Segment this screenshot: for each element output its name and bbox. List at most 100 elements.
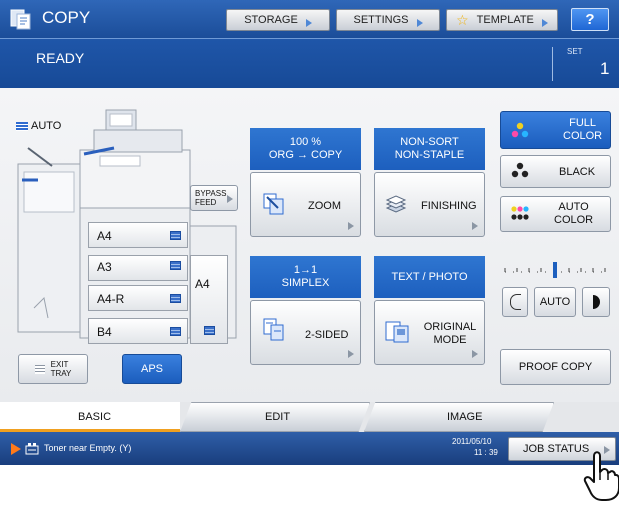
auto-color-icon (510, 205, 530, 224)
original-mode-icon (385, 321, 409, 346)
paper-tray-icon (170, 231, 181, 240)
storage-button[interactable]: STORAGE (226, 9, 330, 31)
exit-tray-label-line2: TRAY (50, 369, 72, 378)
full-color-icon (511, 122, 529, 141)
title-bar: COPY STORAGE SETTINGS ☆ TEMPLATE ? (0, 0, 619, 38)
tab-edit[interactable]: EDIT (180, 402, 370, 432)
finishing-button[interactable]: FINISHING (374, 172, 485, 237)
bypass-feed-button[interactable]: BYPASS FEED (190, 185, 238, 211)
black-label: BLACK (559, 165, 596, 178)
set-divider (552, 47, 553, 81)
chevron-right-icon (472, 222, 478, 230)
lcf-size: A4 (195, 277, 210, 291)
auto-color-line1: AUTO (558, 201, 589, 213)
tray-3-size: A4-R (97, 292, 125, 306)
set-label: SET (567, 47, 583, 56)
full-color-line2: COLOR (563, 130, 603, 142)
finishing-icon (385, 194, 407, 217)
zoom-direction: ORG → COPY (268, 149, 343, 161)
tray-4-size: B4 (97, 325, 112, 339)
footer-bar: Toner near Empty. (Y) 2011/05/10 11 : 39… (0, 432, 619, 465)
alert-arrow-icon (11, 443, 21, 455)
black-button[interactable]: BLACK (500, 155, 611, 188)
date-display: 2011/05/10 (452, 437, 492, 446)
proof-copy-label: PROOF COPY (518, 361, 593, 373)
finishing-setting-display: NON-SORT NON-STAPLE (374, 128, 485, 170)
tray-2-size: A3 (97, 260, 112, 274)
large-capacity-feeder[interactable]: A4 (190, 255, 228, 344)
auto-color-label: AUTO COLOR (554, 201, 593, 227)
tab-image[interactable]: IMAGE (364, 402, 554, 432)
chevron-right-icon (472, 350, 478, 358)
zoom-label: ZOOM (308, 200, 341, 212)
toner-icon (25, 442, 39, 460)
darker-button[interactable] (582, 287, 610, 317)
zoom-icon (263, 193, 285, 218)
paper-tray-icon (170, 327, 181, 336)
duplex-mode: SIMPLEX (281, 277, 330, 289)
settings-button[interactable]: SETTINGS (336, 9, 440, 31)
zoom-setting-display: 100 % ORG → COPY (250, 128, 361, 170)
proof-copy-button[interactable]: PROOF COPY (500, 349, 611, 385)
sort-mode: NON-SORT (400, 136, 459, 148)
2-sided-label: 2-SIDED (305, 329, 349, 341)
density-scale (503, 262, 609, 278)
status-area: READY SET 1 (0, 38, 619, 88)
job-status-label: JOB STATUS (523, 443, 590, 455)
tab-image-label: IMAGE (447, 411, 483, 423)
2-sided-button[interactable]: 2-SIDED (250, 300, 361, 365)
original-mode-label-line1: ORIGINAL (423, 321, 477, 333)
tray-3[interactable]: A4-R (88, 285, 188, 311)
full-color-button[interactable]: FULL COLOR (500, 111, 611, 149)
ready-status: READY (36, 50, 85, 66)
template-button[interactable]: ☆ TEMPLATE (446, 9, 558, 31)
help-label: ? (585, 11, 595, 28)
chevron-right-icon (305, 19, 312, 27)
staple-mode: NON-STAPLE (394, 149, 465, 161)
lighter-button[interactable] (502, 287, 528, 317)
chevron-right-icon (348, 350, 354, 358)
time-display: 11 : 39 (474, 448, 498, 457)
finishing-label: FINISHING (421, 200, 477, 212)
hand-pointer-icon (582, 448, 619, 503)
help-button[interactable]: ? (571, 8, 609, 31)
set-count: 1 (600, 59, 610, 78)
original-mode-value: TEXT / PHOTO (391, 270, 468, 283)
original-mode-button[interactable]: ORIGINAL MODE (374, 300, 485, 365)
storage-label: STORAGE (244, 14, 298, 26)
zoom-button[interactable]: ZOOM (250, 172, 361, 237)
original-mode-label-line2: MODE (433, 334, 467, 346)
aps-button[interactable]: APS (122, 354, 182, 384)
chevron-right-icon (227, 195, 233, 203)
tray-1-size: A4 (97, 229, 112, 243)
auto-color-line2: COLOR (554, 214, 594, 226)
half-moon-dark-icon (592, 295, 600, 309)
exit-tray-label-line1: EXIT (50, 360, 69, 369)
star-icon: ☆ (456, 12, 469, 28)
copy-icon (10, 8, 32, 30)
exit-tray-button[interactable]: EXIT TRAY (18, 354, 88, 384)
black-icon (511, 162, 529, 181)
zoom-ratio: 100 % (289, 136, 322, 148)
original-mode-display: TEXT / PHOTO (374, 256, 485, 298)
full-color-label: FULL COLOR (563, 117, 602, 143)
density-auto-button[interactable]: AUTO (534, 287, 576, 317)
2-sided-icon (263, 318, 285, 345)
template-label: TEMPLATE (476, 14, 534, 26)
settings-label: SETTINGS (353, 14, 409, 26)
duplex-setting-display: 1→1 SIMPLEX (250, 256, 361, 298)
auto-color-button[interactable]: AUTO COLOR (500, 196, 611, 232)
exit-tray-text: EXIT TRAY (51, 360, 72, 378)
tray-1[interactable]: A4 (88, 222, 188, 248)
density-auto-label: AUTO (539, 296, 571, 308)
paper-tray-icon (204, 326, 215, 335)
exit-tray-icon (34, 364, 45, 374)
duplex-ratio: 1→1 (293, 264, 318, 276)
tray-2[interactable]: A3 (88, 255, 188, 281)
paper-tray-icon (170, 294, 181, 303)
chevron-right-icon (416, 19, 423, 27)
tab-basic[interactable]: BASIC (0, 402, 180, 432)
bypass-label-line1: BYPASS (195, 189, 227, 198)
tab-edit-label: EDIT (265, 411, 291, 423)
tray-4[interactable]: B4 (88, 318, 188, 344)
